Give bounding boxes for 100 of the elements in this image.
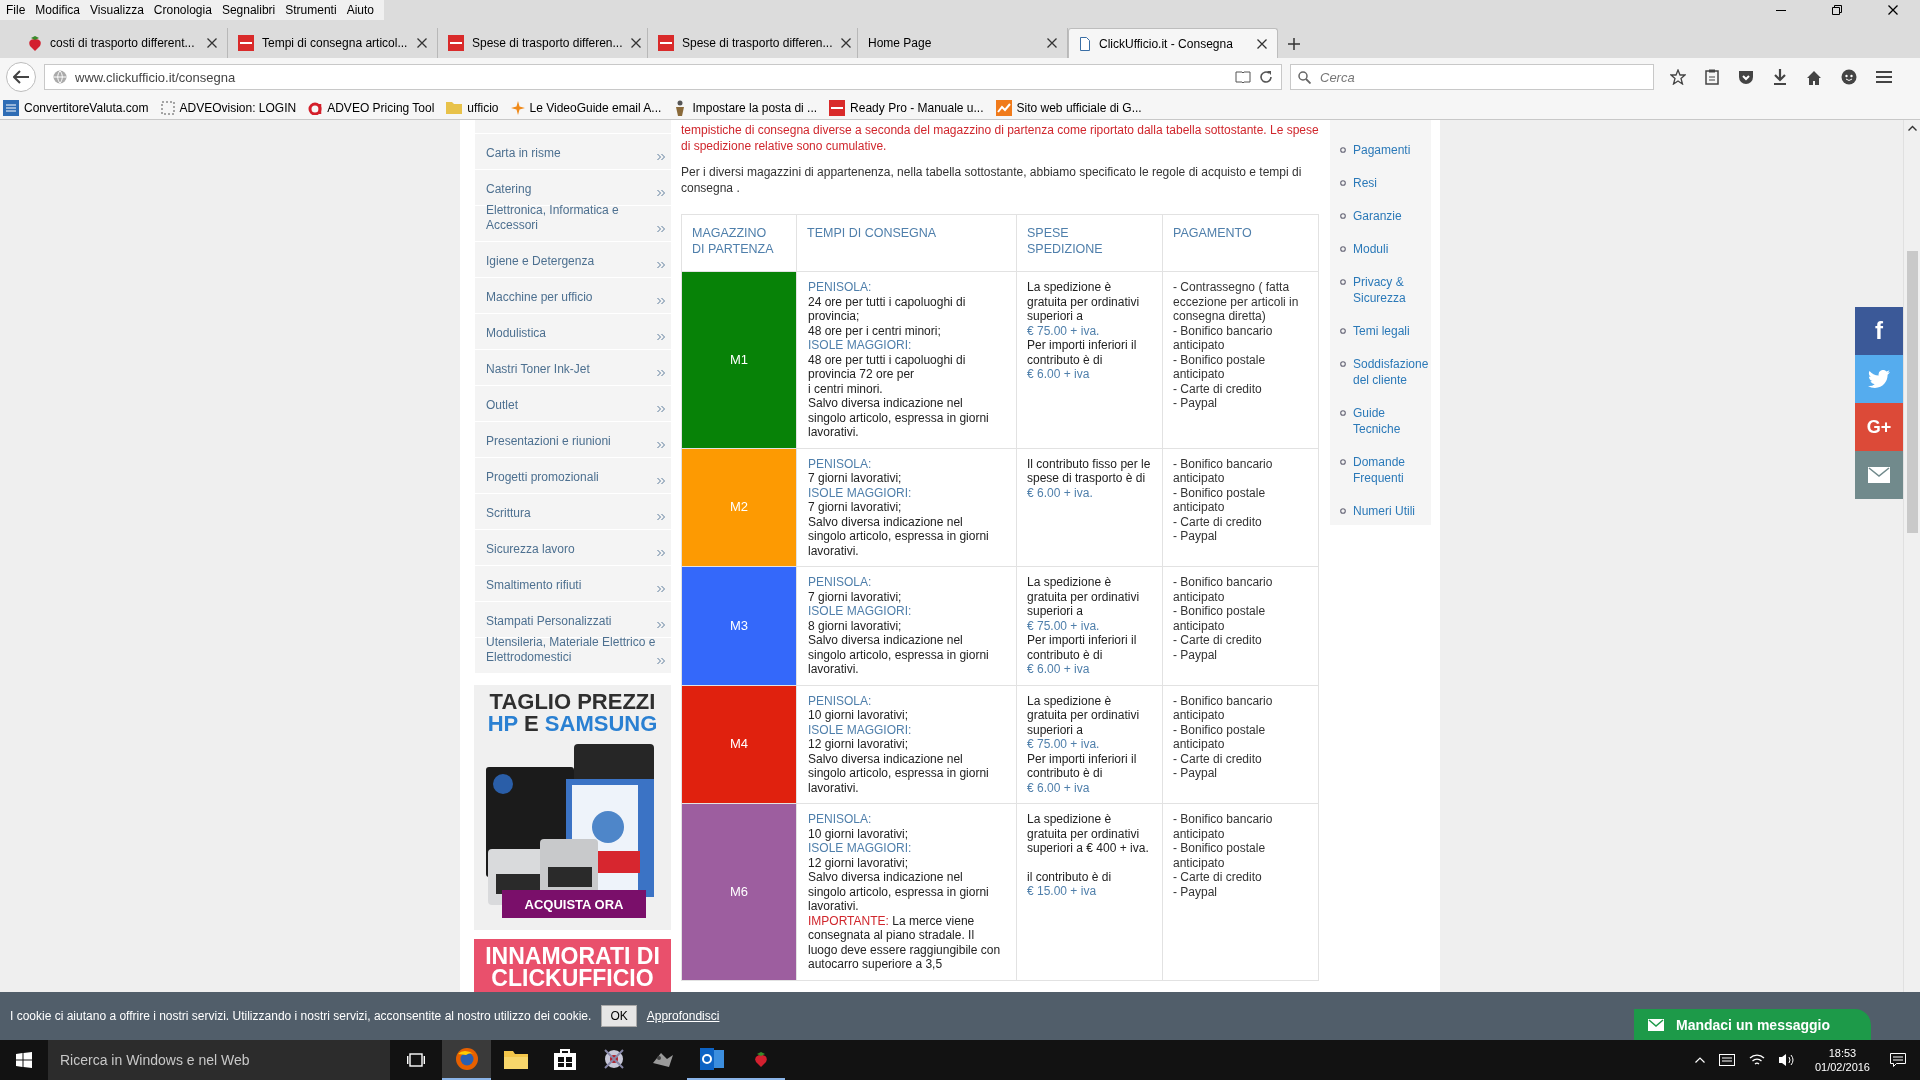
category-link[interactable]: Stampati Personalizzati: [475, 601, 671, 637]
browser-tab[interactable]: ClickUfficio.it - Consegna: [1068, 28, 1278, 58]
category-link[interactable]: Presentazioni e riunioni: [475, 421, 671, 457]
category-link[interactable]: Utensileria, Materiale Elettrico e Elettrodomestici: [475, 637, 671, 673]
bookmark[interactable]: Ready Pro - Manuale u...: [829, 99, 984, 116]
volume-icon[interactable]: [1778, 1053, 1795, 1067]
nav-link[interactable]: Numeri Utili: [1353, 503, 1415, 519]
scroll-thumb[interactable]: [1907, 251, 1918, 533]
category-link[interactable]: Smaltimento rifiuti: [475, 565, 671, 601]
payment-method: - Bonifico postale anticipato: [1173, 352, 1267, 382]
folder-icon: [446, 101, 463, 114]
info-link[interactable]: Approfondisci: [646, 1009, 720, 1023]
search-field[interactable]: Ricerca in Windows e nel Web: [48, 1040, 390, 1080]
shipping-text: Per importi inferiori il contributo è di: [1027, 633, 1138, 662]
share-button[interactable]: [1855, 451, 1903, 499]
promo-banner[interactable]: INNAMORATI DI CLICKUFFICIO: [474, 939, 671, 992]
network-icon[interactable]: [1748, 1053, 1765, 1067]
nav-link[interactable]: Pagamenti: [1353, 142, 1411, 158]
scroll-up-icon[interactable]: [1908, 125, 1917, 131]
column-header: PAGAMENTO: [1173, 226, 1252, 240]
region-label: PENISOLA:: [808, 693, 873, 708]
menu-item[interactable]: Cronologia: [149, 3, 218, 17]
nav-link[interactable]: Temi legali: [1353, 323, 1410, 339]
menu-item[interactable]: File: [2, 3, 32, 17]
search-field[interactable]: Cerca: [1290, 64, 1654, 90]
nav-link[interactable]: Soddisfazione del cliente: [1353, 356, 1429, 388]
bird-icon: [1868, 370, 1890, 388]
category-link[interactable]: Catering: [475, 169, 671, 205]
bookmark[interactable]: ADVEOvision: LOGIN: [160, 100, 297, 115]
bookmark[interactable]: Le VideoGuide email A...: [510, 100, 662, 115]
pocket-icon[interactable]: [1738, 69, 1754, 85]
payment-method: - Carte di credito: [1173, 751, 1263, 766]
close-icon[interactable]: [417, 38, 427, 48]
category-link[interactable]: Macchine per ufficio: [475, 277, 671, 313]
menu-item[interactable]: Aiuto: [342, 3, 380, 17]
category-link[interactable]: Outlet: [475, 385, 671, 421]
chat-button[interactable]: Mandaci un messaggio: [1634, 1009, 1871, 1040]
nav-link[interactable]: Privacy & Sicurezza: [1353, 274, 1427, 306]
nav-link[interactable]: Domande Frequenti: [1353, 454, 1427, 486]
menu-item[interactable]: Segnalibri: [217, 3, 282, 17]
delivery-text: i centri minori.: [808, 381, 884, 396]
restore-icon[interactable]: [1832, 5, 1842, 15]
plus-icon[interactable]: [1288, 38, 1300, 50]
category-link[interactable]: Nastri Toner Ink-Jet: [475, 349, 671, 385]
payment-method: - Bonifico bancario anticipato: [1173, 456, 1274, 486]
address-field[interactable]: www.clickufficio.it/consegna: [44, 64, 1282, 90]
menu-item[interactable]: Strumenti: [281, 3, 343, 17]
book-icon[interactable]: [1235, 70, 1251, 84]
back-button[interactable]: [6, 62, 36, 92]
menu-item[interactable]: Modifica: [31, 3, 87, 17]
bookmark[interactable]: Impostare la posta di ...: [673, 99, 818, 116]
nav-link[interactable]: Resi: [1353, 175, 1377, 191]
category-link[interactable]: Scrittura: [475, 493, 671, 529]
nav-link[interactable]: Garanzie: [1353, 208, 1402, 224]
bookmark[interactable]: Sito web ufficiale di G...: [995, 99, 1142, 116]
app-icon: [601, 1047, 626, 1071]
bookmark[interactable]: ConvertitoreValuta.com: [3, 99, 149, 116]
category-link[interactable]: Elettronica, Informatica e Accessori: [475, 205, 671, 241]
close-icon[interactable]: [207, 38, 217, 48]
notification-icon[interactable]: [1890, 1052, 1906, 1068]
buy-now-button[interactable]: ACQUISTA ORA: [502, 890, 646, 918]
close-icon[interactable]: [1047, 38, 1057, 48]
menu-icon[interactable]: [1876, 70, 1892, 84]
task-view-icon[interactable]: [407, 1053, 425, 1067]
clipboard-icon[interactable]: [1705, 69, 1719, 85]
close-icon[interactable]: [1257, 38, 1267, 49]
keyboard-icon[interactable]: [1718, 1054, 1735, 1066]
caret-up-icon[interactable]: [1694, 1057, 1705, 1063]
close-icon[interactable]: [630, 38, 641, 48]
clock-time: 18:53: [1828, 1046, 1857, 1060]
double-chevron-icon: [657, 585, 665, 593]
category-link[interactable]: Modulistica: [475, 313, 671, 349]
close-icon[interactable]: [1888, 5, 1898, 15]
bullet-icon: [1340, 361, 1346, 367]
price-text: € 15.00 + iva: [1027, 884, 1098, 899]
logo-icon: [308, 100, 323, 115]
ok-button[interactable]: OK: [601, 1005, 637, 1027]
payment-method: - Bonifico bancario anticipato: [1173, 575, 1274, 604]
share-button[interactable]: G+: [1855, 403, 1903, 451]
price-text: € 75.00 + iva.: [1027, 737, 1101, 752]
category-link[interactable]: Sicurezza lavoro: [475, 529, 671, 565]
shipping-text: Il contributo fisso per le spese di trasporto è di: [1027, 456, 1151, 486]
home-icon[interactable]: [1806, 69, 1822, 85]
star-icon[interactable]: [1670, 69, 1686, 85]
reload-icon[interactable]: [1259, 70, 1273, 84]
bookmark[interactable]: ufficio: [446, 100, 499, 115]
menu-item[interactable]: Visualizza: [86, 3, 150, 17]
category-link[interactable]: Igiene e Detergenza: [475, 241, 671, 277]
close-icon[interactable]: [840, 38, 851, 48]
browser-icon: [454, 1047, 479, 1071]
category-link[interactable]: Progetti promozionali: [475, 457, 671, 493]
share-button[interactable]: f: [1855, 307, 1903, 355]
chat-icon[interactable]: [1841, 69, 1857, 85]
double-chevron-icon: [657, 513, 665, 521]
download-icon[interactable]: [1773, 69, 1787, 85]
nav-link[interactable]: Guide Tecniche: [1353, 405, 1427, 437]
bookmark[interactable]: ADVEO Pricing Tool: [308, 100, 435, 115]
nav-link[interactable]: Moduli: [1353, 241, 1389, 257]
windows-logo-icon[interactable]: [16, 1052, 32, 1068]
category-link[interactable]: Carta in risme: [475, 133, 671, 169]
